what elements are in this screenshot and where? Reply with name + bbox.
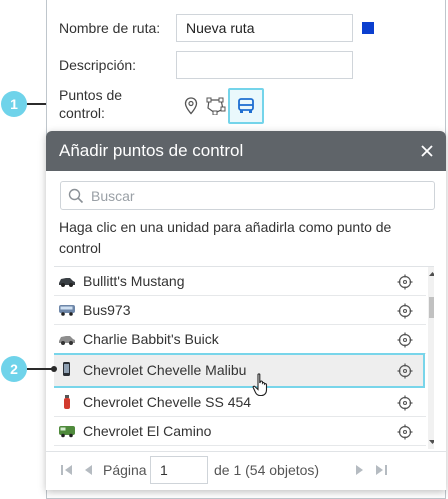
page-total-text: de 1 (54 objetos) [214, 462, 320, 478]
callout-number: 1 [10, 96, 18, 112]
list-item[interactable]: Bus973 [54, 296, 426, 325]
unit-list: Bullitt's Mustang Bus973 Charlie Babbit'… [54, 266, 434, 449]
route-name-label: Nombre de ruta: [59, 20, 161, 36]
prev-page-icon[interactable] [82, 464, 96, 476]
crosshair-icon[interactable] [397, 363, 413, 379]
callout-badge-1: 1 [1, 91, 27, 117]
page-number-input[interactable] [150, 456, 208, 484]
crosshair-icon[interactable] [397, 332, 413, 348]
last-page-icon[interactable] [374, 464, 388, 476]
dialog-header: Añadir puntos de control [46, 131, 446, 171]
close-icon[interactable] [420, 144, 434, 158]
checkpoints-label-line1: Puntos de [59, 87, 123, 103]
list-item[interactable]: Bullitt's Mustang [54, 267, 426, 296]
route-name-input[interactable]: Nueva ruta [176, 14, 353, 42]
route-color-swatch[interactable] [362, 22, 374, 34]
unit-name: Chevrolet Chevelle Malibu [83, 362, 247, 378]
scrollbar-thumb[interactable] [429, 297, 434, 318]
search-icon [68, 188, 84, 204]
hand-cursor-icon [252, 373, 268, 397]
geofence-icon[interactable] [205, 92, 227, 120]
dialog-title: Añadir puntos de control [59, 141, 244, 160]
next-page-icon[interactable] [352, 464, 366, 476]
description-input[interactable] [176, 51, 353, 79]
crosshair-icon[interactable] [397, 274, 413, 290]
unit-name: Chevrolet El Camino [83, 423, 212, 439]
car-icon [59, 278, 75, 287]
unit-bus-button[interactable] [228, 88, 264, 124]
dialog-hint: Haga clic en una unidad para añadirla co… [59, 219, 392, 256]
crosshair-icon[interactable] [397, 303, 413, 319]
list-item[interactable]: Chevrolet El Camino [54, 417, 426, 446]
search-input[interactable] [91, 182, 431, 209]
unit-name: Bullitt's Mustang [83, 273, 185, 289]
add-checkpoints-dialog: Añadir puntos de control Haga clic en un… [46, 131, 446, 490]
list-item-partial[interactable] [54, 446, 426, 449]
callout-badge-2: 2 [1, 356, 27, 382]
crosshair-icon[interactable] [397, 395, 413, 411]
crosshair-icon[interactable] [397, 424, 413, 440]
unit-name: Bus973 [83, 302, 131, 318]
bus-icon [59, 305, 75, 316]
car-icon [59, 336, 75, 345]
checkpoints-label: Puntos de control: [59, 86, 122, 122]
search-box [60, 181, 435, 210]
map-marker-icon[interactable] [180, 92, 202, 120]
list-item-highlighted[interactable]: Chevrolet Chevelle Malibu [54, 353, 425, 388]
fire-extinguisher-icon [64, 395, 70, 409]
first-page-icon[interactable] [60, 464, 74, 476]
truck-icon [59, 426, 75, 438]
list-item[interactable]: Charlie Babbit's Buick [54, 325, 426, 354]
page-label: Página [103, 462, 147, 478]
callout-number: 2 [10, 361, 18, 377]
unit-name: Charlie Babbit's Buick [83, 331, 219, 347]
description-label: Descripción: [59, 57, 137, 73]
callout-leader-dot [51, 366, 57, 372]
pagination-bar: Página de 1 (54 objetos) [46, 451, 446, 487]
scroll-down-arrow-icon[interactable] [428, 438, 434, 446]
phone-icon [63, 362, 70, 376]
scroll-up-arrow-icon[interactable] [428, 270, 434, 278]
callout-leader-line [27, 368, 54, 370]
checkpoints-label-line2: control: [59, 105, 105, 121]
unit-bus-icon [238, 98, 254, 113]
list-scrollbar[interactable] [428, 267, 434, 449]
list-item[interactable]: Chevrolet Chevelle SS 454 [54, 388, 426, 417]
unit-name: Chevrolet Chevelle SS 454 [83, 394, 252, 410]
